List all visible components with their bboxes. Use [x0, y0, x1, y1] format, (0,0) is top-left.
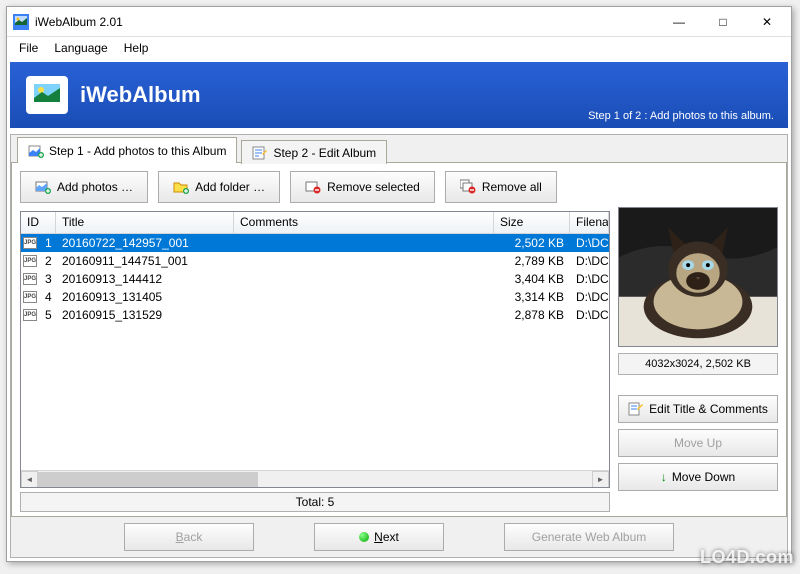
move-down-button[interactable]: ↓ Move Down — [618, 463, 778, 491]
remove-all-icon — [460, 179, 476, 195]
cell-title: 20160915_131529 — [56, 307, 234, 323]
menubar: File Language Help — [7, 37, 791, 59]
cell-id: 2 — [39, 253, 56, 269]
tab-step1[interactable]: Step 1 - Add photos to this Album — [17, 137, 237, 163]
app-icon — [13, 14, 29, 30]
banner-step-text: Step 1 of 2 : Add photos to this album. — [588, 110, 774, 122]
cell-comments — [234, 278, 494, 280]
cell-title: 20160913_144412 — [56, 271, 234, 287]
cell-title: 20160913_131405 — [56, 289, 234, 305]
preview-image — [618, 207, 778, 347]
horizontal-scrollbar[interactable]: ◄ ► — [21, 470, 609, 487]
edit-title-comments-button[interactable]: Edit Title & Comments — [618, 395, 778, 423]
edit-album-icon — [252, 145, 268, 161]
cell-id: 3 — [39, 271, 56, 287]
move-up-button: Move Up — [618, 429, 778, 457]
cell-filename: D:\DCIM\C — [570, 289, 609, 305]
total-bar: Total: 5 — [20, 492, 610, 512]
remove-all-button[interactable]: Remove all — [445, 171, 557, 203]
tab-step2-label: Step 2 - Edit Album — [273, 146, 376, 160]
cell-title: 20160722_142957_001 — [56, 235, 234, 251]
close-button[interactable]: ✕ — [745, 8, 789, 36]
cell-filename: D:\DCIM\C — [570, 235, 609, 251]
scroll-thumb[interactable] — [38, 472, 258, 487]
maximize-button[interactable]: □ — [701, 8, 745, 36]
remove-selected-button[interactable]: Remove selected — [290, 171, 435, 203]
window-title: iWebAlbum 2.01 — [35, 15, 657, 29]
jpg-icon: JPG — [21, 237, 39, 249]
menu-file[interactable]: File — [11, 39, 46, 57]
cell-filename: D:\DCIM\C — [570, 271, 609, 287]
edit-icon — [628, 401, 644, 417]
tabbar: Step 1 - Add photos to this Album Step 2… — [11, 134, 787, 162]
cell-comments — [234, 260, 494, 262]
tab-step1-label: Step 1 - Add photos to this Album — [49, 144, 226, 158]
cell-comments — [234, 242, 494, 244]
jpg-icon: JPG — [21, 291, 39, 303]
cell-size: 2,502 KB — [494, 235, 570, 251]
back-button: Back — [124, 523, 254, 551]
table-header: ID Title Comments Size Filename — [21, 212, 609, 234]
menu-language[interactable]: Language — [46, 39, 115, 57]
toolbar: Add photos … Add folder … Remove selecte… — [20, 171, 610, 203]
col-comments[interactable]: Comments — [234, 212, 494, 233]
add-photos-button[interactable]: Add photos … — [20, 171, 148, 203]
table-row[interactable]: JPG520160915_131529 2,878 KBD:\DCIM\C — [21, 306, 609, 324]
jpg-icon: JPG — [21, 273, 39, 285]
cell-size: 2,878 KB — [494, 307, 570, 323]
cell-id: 1 — [39, 235, 56, 251]
cell-filename: D:\DCIM\C — [570, 307, 609, 323]
table-row[interactable]: JPG320160913_144412 3,404 KBD:\DCIM\C — [21, 270, 609, 288]
scroll-right-arrow[interactable]: ► — [592, 471, 609, 488]
table-row[interactable]: JPG220160911_144751_001 2,789 KBD:\DCIM\C — [21, 252, 609, 270]
cell-filename: D:\DCIM\C — [570, 253, 609, 269]
preview-info: 4032x3024, 2,502 KB — [618, 353, 778, 375]
tab-step2[interactable]: Step 2 - Edit Album — [241, 140, 387, 164]
col-id[interactable]: ID — [21, 212, 56, 233]
cell-size: 3,314 KB — [494, 289, 570, 305]
banner: iWebAlbum Step 1 of 2 : Add photos to th… — [10, 62, 788, 128]
jpg-icon: JPG — [21, 309, 39, 321]
table-row[interactable]: JPG120160722_142957_001 2,502 KBD:\DCIM\C — [21, 234, 609, 252]
cell-size: 3,404 KB — [494, 271, 570, 287]
add-folder-button[interactable]: Add folder … — [158, 171, 280, 203]
cell-id: 5 — [39, 307, 56, 323]
banner-logo — [26, 76, 68, 114]
add-photos-icon — [35, 179, 51, 195]
photo-table[interactable]: ID Title Comments Size Filename JPG12016… — [20, 211, 610, 488]
titlebar: iWebAlbum 2.01 — □ ✕ — [7, 7, 791, 37]
footer: Back Next Generate Web Album — [11, 517, 787, 557]
cell-comments — [234, 314, 494, 316]
cell-id: 4 — [39, 289, 56, 305]
scroll-left-arrow[interactable]: ◄ — [21, 471, 38, 488]
cell-title: 20160911_144751_001 — [56, 253, 234, 269]
cell-size: 2,789 KB — [494, 253, 570, 269]
next-icon — [359, 532, 369, 542]
menu-help[interactable]: Help — [116, 39, 157, 57]
jpg-icon: JPG — [21, 255, 39, 267]
col-size[interactable]: Size — [494, 212, 570, 233]
table-row[interactable]: JPG420160913_131405 3,314 KBD:\DCIM\C — [21, 288, 609, 306]
col-filename[interactable]: Filename — [570, 212, 609, 233]
photo-add-icon — [28, 143, 44, 159]
next-button[interactable]: Next — [314, 523, 444, 551]
arrow-down-icon: ↓ — [661, 470, 667, 484]
generate-button: Generate Web Album — [504, 523, 674, 551]
col-title[interactable]: Title — [56, 212, 234, 233]
remove-selected-icon — [305, 179, 321, 195]
banner-title: iWebAlbum — [80, 82, 201, 108]
minimize-button[interactable]: — — [657, 8, 701, 36]
cell-comments — [234, 296, 494, 298]
add-folder-icon — [173, 179, 189, 195]
